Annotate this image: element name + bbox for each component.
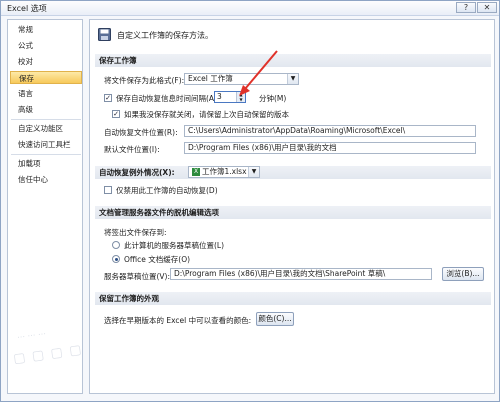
sidebar-divider (11, 119, 81, 120)
autorecover-location-input[interactable]: C:\Users\Administrator\AppData\Roaming\M… (184, 125, 476, 137)
spin-down-icon[interactable]: ▼ (236, 97, 245, 102)
window-title: Excel 选项 (7, 4, 47, 13)
office-cache-label: Office 文档缓存(O) (124, 255, 191, 264)
save-disk-icon (98, 28, 111, 41)
browse-button[interactable]: 浏览(B)... (442, 267, 484, 281)
server-drafts-label: 此计算机的服务器草稿位置(L) (124, 241, 225, 250)
section-preserve-appearance: 保留工作簿的外观 (95, 292, 491, 305)
close-button[interactable]: ✕ (477, 2, 497, 13)
title-bar: Excel 选项 ? ✕ (1, 1, 499, 16)
disable-autorecover-checkbox[interactable] (104, 186, 112, 194)
office-cache-radio[interactable] (112, 255, 120, 263)
section-autorecover-exceptions: 自动恢复例外情况(X): (95, 166, 491, 179)
save-format-value: Excel 工作簿 (188, 74, 233, 83)
section-offline-editing: 文档管理服务器文件的脱机编辑选项 (95, 206, 491, 219)
save-format-label: 将文件保存为此格式(F): (104, 76, 185, 85)
sidebar-item-advanced[interactable]: 高级 (10, 103, 82, 116)
server-drafts-radio[interactable] (112, 241, 120, 249)
colors-button[interactable]: 颜色(C)... (256, 312, 294, 326)
chevron-down-icon: ▼ (248, 167, 259, 177)
sidebar-item-save[interactable]: 保存 (10, 71, 82, 84)
autorecover-workbook-select[interactable]: X 工作簿1.xlsx ▼ (188, 166, 260, 178)
autorecover-minutes-value: 3 (217, 92, 222, 101)
page-description: 自定义工作簿的保存方法。 (117, 31, 213, 40)
excel-file-icon: X (192, 168, 200, 176)
save-format-select[interactable]: Excel 工作簿 ▼ (184, 73, 299, 85)
colors-label: 选择在早期版本的 Excel 中可以查看的颜色: (104, 316, 252, 325)
excel-options-window: Excel 选项 ? ✕ 常规 公式 校对 保存 语言 高级 自定义功能区 快速… (0, 0, 500, 402)
autorecover-checkbox[interactable]: ✓ (104, 94, 112, 102)
sidebar-item-proofing[interactable]: 校对 (10, 55, 82, 68)
server-drafts-location-label: 服务器草稿位置(V): (104, 272, 171, 281)
sidebar-item-general[interactable]: 常规 (10, 23, 82, 36)
section-save-workbooks: 保存工作簿 (95, 54, 491, 67)
autorecover-workbook-value: 工作簿1.xlsx (202, 167, 247, 176)
sidebar-divider (11, 154, 81, 155)
default-location-label: 默认文件位置(I): (104, 145, 160, 154)
sidebar-item-quick-access-toolbar[interactable]: 快速访问工具栏 (10, 138, 82, 151)
autorecover-label: 保存自动恢复信息时间间隔(A) (116, 94, 217, 103)
sidebar-item-add-ins[interactable]: 加载项 (10, 157, 82, 170)
sidebar-item-customize-ribbon[interactable]: 自定义功能区 (10, 122, 82, 135)
keep-last-autosaved-checkbox[interactable]: ✓ (112, 110, 120, 118)
sidebar-item-formulas[interactable]: 公式 (10, 39, 82, 52)
server-drafts-location-input[interactable]: D:\Program Files (x86)\用户目录\我的文档\SharePo… (170, 268, 432, 280)
keep-last-autosaved-label: 如果我没保存就关闭，请保留上次自动保留的版本 (124, 110, 289, 119)
default-location-input[interactable]: D:\Program Files (x86)\用户目录\我的文档 (184, 142, 476, 154)
sidebar-item-language[interactable]: 语言 (10, 87, 82, 100)
save-checked-out-label: 将签出文件保存到: (104, 228, 167, 237)
save-options-panel: 自定义工作簿的保存方法。 保存工作簿 将文件保存为此格式(F): Excel 工… (89, 19, 495, 394)
help-button[interactable]: ? (456, 2, 476, 13)
disable-autorecover-label: 仅禁用此工作簿的自动恢复(D) (116, 186, 218, 195)
autorecover-exceptions-label: 自动恢复例外情况(X): (99, 168, 175, 177)
chevron-down-icon: ▼ (287, 74, 298, 84)
minutes-label: 分钟(M) (259, 94, 287, 103)
autorecover-location-label: 自动恢复文件位置(R): (104, 128, 178, 137)
sidebar-item-trust-center[interactable]: 信任中心 (10, 173, 82, 186)
autorecover-minutes-spinner[interactable]: 3 ▲ ▼ (214, 91, 246, 103)
